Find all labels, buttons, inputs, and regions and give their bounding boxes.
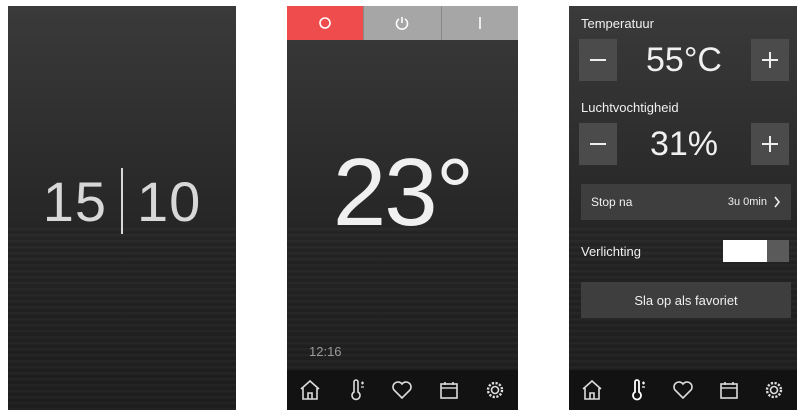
clock-minutes: 10 — [137, 169, 202, 233]
stop-after-value: 3u 0min — [727, 196, 767, 208]
line-icon — [479, 17, 481, 29]
humidity-decrease-button[interactable] — [579, 123, 617, 165]
temperature-label: Temperatuur — [581, 16, 654, 31]
minus-icon — [590, 59, 606, 61]
nav-temperature[interactable] — [619, 374, 655, 406]
lighting-toggle-knob — [723, 240, 767, 262]
settings-icon — [765, 381, 783, 399]
minus-icon — [590, 143, 606, 145]
calendar-icon — [439, 382, 458, 399]
nav-calendar[interactable] — [711, 374, 747, 406]
temperature-stepper: 55°C — [579, 38, 789, 82]
nav-favorites[interactable] — [384, 374, 420, 406]
clock-screen: 15 10 — [8, 6, 236, 410]
mode-button-circle[interactable] — [287, 6, 365, 40]
calendar-icon — [719, 382, 738, 399]
clock-display: 15 10 — [8, 166, 236, 236]
settings-icon — [486, 381, 504, 399]
settings-screen: Temperatuur 55°C Luchtvochtigheid 31% St… — [569, 6, 797, 410]
clock-separator — [121, 168, 123, 234]
heart-icon — [673, 381, 693, 400]
humidity-stepper: 31% — [579, 122, 789, 166]
thermometer-icon — [632, 379, 646, 401]
plus-icon — [762, 136, 778, 152]
home-icon — [300, 379, 320, 400]
thermometer-icon — [351, 379, 365, 401]
humidity-increase-button[interactable] — [751, 123, 789, 165]
humidity-value: 31% — [649, 124, 719, 163]
current-time: 12:16 — [309, 344, 342, 359]
nav-home[interactable] — [292, 374, 328, 406]
plus-icon — [762, 52, 778, 68]
mode-bar — [287, 6, 518, 40]
clock-hours: 15 — [42, 169, 107, 233]
nav-home[interactable] — [574, 374, 610, 406]
home-icon — [582, 379, 602, 400]
bottom-nav — [569, 370, 797, 410]
nav-settings[interactable] — [756, 374, 792, 406]
stop-after-label: Stop na — [591, 195, 633, 209]
chevron-right-icon — [774, 196, 781, 208]
save-favorite-button[interactable]: Sla op als favoriet — [581, 282, 791, 318]
home-screen: 23° 12:16 — [287, 6, 518, 410]
lighting-label: Verlichting — [581, 244, 641, 259]
bottom-nav — [287, 370, 518, 410]
circle-icon — [319, 17, 331, 29]
heart-icon — [392, 381, 413, 400]
lighting-toggle[interactable] — [723, 240, 789, 262]
nav-calendar[interactable] — [431, 374, 467, 406]
temperature-value: 55°C — [646, 40, 722, 79]
mode-button-power[interactable] — [364, 6, 442, 40]
nav-temperature[interactable] — [338, 374, 374, 406]
stop-after-button[interactable]: Stop na 3u 0min — [581, 184, 791, 220]
temperature-decrease-button[interactable] — [579, 39, 617, 81]
nav-settings[interactable] — [477, 374, 513, 406]
current-temperature: 23° — [332, 139, 474, 246]
mode-button-line[interactable] — [441, 6, 518, 40]
temperature-increase-button[interactable] — [751, 39, 789, 81]
nav-favorites[interactable] — [665, 374, 701, 406]
power-icon — [396, 17, 409, 30]
humidity-label: Luchtvochtigheid — [581, 100, 679, 115]
